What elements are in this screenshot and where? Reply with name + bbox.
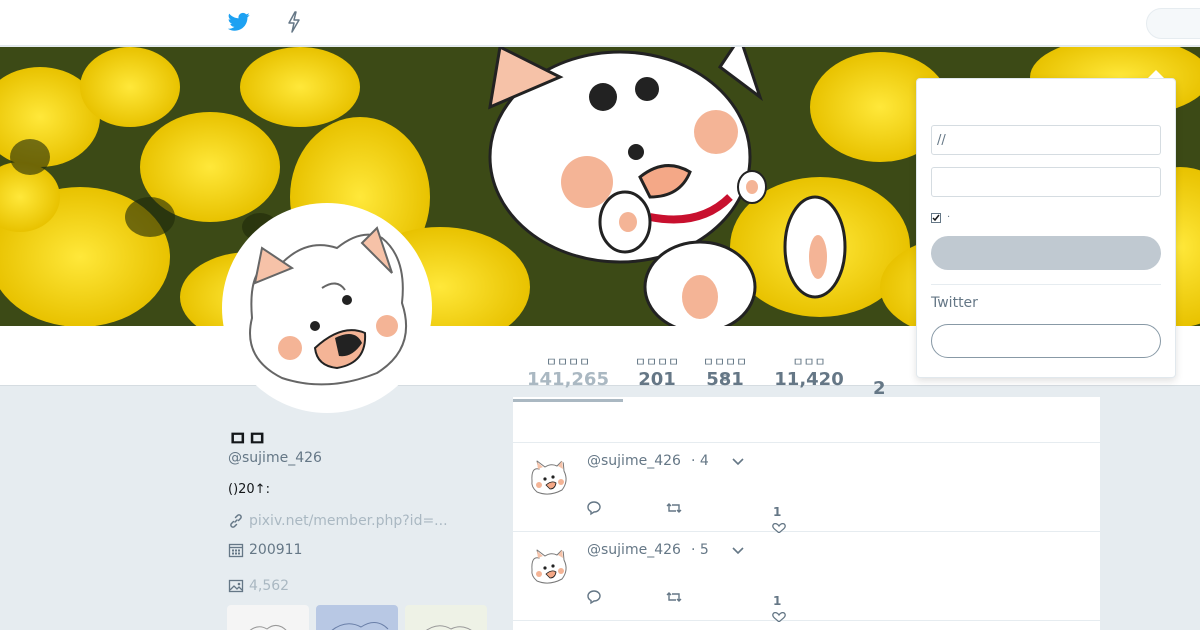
timeline-header — [513, 397, 1100, 443]
divider — [931, 284, 1161, 285]
profile-website-link[interactable]: pixiv.net/member.php?id=... — [249, 513, 448, 529]
password-input[interactable] — [931, 167, 1161, 197]
tweet-handle[interactable]: @sujime_426 — [587, 453, 681, 469]
profile-joined-row: 200911 — [228, 542, 302, 558]
avatar-image — [227, 208, 427, 408]
top-navigation-bar — [0, 0, 1200, 46]
tweet-avatar[interactable] — [527, 457, 571, 501]
tweet-like-count: 1 — [773, 594, 782, 608]
reply-icon[interactable] — [585, 588, 603, 606]
thumbnail-image — [426, 625, 472, 630]
profile-handle[interactable]: @sujime_426 — [228, 450, 322, 466]
signup-prompt-text: Twitter — [931, 295, 978, 311]
profile-media-count[interactable]: 4,562 — [249, 578, 289, 594]
reply-icon[interactable] — [585, 499, 603, 517]
stat-lists-count[interactable]: 2 — [873, 378, 886, 399]
tweet-timestamp[interactable]: · 5 — [691, 542, 709, 558]
stat-followers[interactable]: ㅁㅁㅁㅁㅁ 581 — [702, 354, 748, 390]
twitter-bird-icon[interactable] — [228, 12, 250, 32]
check-icon — [932, 214, 940, 221]
stat-value: 11,420 — [774, 369, 844, 390]
stat-value: 201 — [638, 369, 676, 390]
profile-media-row[interactable]: 4,562 — [228, 578, 289, 594]
retweet-icon[interactable] — [665, 499, 683, 517]
thumbnail-image — [331, 622, 389, 630]
avatar-image — [531, 547, 567, 584]
profile-bio: ()20↑: — [228, 482, 270, 497]
profile-name[interactable]: ㅁㅁ — [228, 423, 267, 453]
login-button[interactable] — [931, 236, 1161, 270]
tweet-avatar[interactable] — [527, 546, 571, 590]
lightning-icon[interactable] — [286, 11, 302, 33]
profile-joined-date: 200911 — [249, 542, 303, 558]
remember-me-checkbox[interactable] — [931, 212, 941, 223]
chevron-down-icon[interactable] — [731, 544, 745, 558]
profile-avatar[interactable] — [222, 203, 432, 413]
username-input[interactable] — [931, 125, 1161, 155]
tweet-handle[interactable]: @sujime_426 — [587, 542, 681, 558]
dropdown-caret — [1148, 70, 1164, 78]
stat-value: 581 — [706, 369, 744, 390]
calendar-icon — [228, 543, 244, 558]
link-icon — [230, 514, 242, 528]
active-tab-underline — [513, 399, 623, 402]
remember-me-row[interactable]: · — [931, 212, 950, 223]
tweet-like-count: 1 — [773, 505, 782, 519]
avatar-image — [531, 458, 567, 495]
search-input[interactable] — [1146, 8, 1200, 39]
heart-icon[interactable] — [771, 612, 787, 622]
retweet-icon[interactable] — [665, 588, 683, 606]
profile-link-row: pixiv.net/member.php?id=... — [228, 513, 448, 529]
stat-label: ㅁㅁㅁㅁ — [634, 355, 680, 369]
stat-likes[interactable]: ㅁㅁㅁ 11,420 — [770, 354, 848, 390]
tweet[interactable]: @sujime_426 · 5 1 — [513, 532, 1100, 622]
thumbnail-image — [249, 625, 287, 630]
stat-tweets[interactable]: ㅁㅁㅁㅁ 141,265 — [524, 354, 612, 390]
stat-label: ㅁㅁㅁㅁ — [545, 355, 591, 369]
media-thumbnail[interactable] — [405, 605, 487, 630]
signup-button[interactable] — [931, 324, 1161, 358]
stat-value: 141,265 — [527, 369, 609, 390]
stat-label: ㅁㅁㅁㅁㅁ — [702, 355, 748, 385]
media-thumbnail[interactable] — [316, 605, 398, 630]
tweet-timestamp[interactable]: · 4 — [691, 453, 709, 469]
image-icon — [228, 579, 244, 593]
timeline: @sujime_426 · 4 1 @sujime_426 · 5 1 — [513, 397, 1100, 630]
media-thumbnail[interactable] — [227, 605, 309, 630]
stat-label: ㅁㅁㅁ — [792, 355, 826, 369]
stat-following[interactable]: ㅁㅁㅁㅁ 201 — [630, 354, 684, 390]
remember-me-label: · — [947, 212, 951, 223]
chevron-down-icon[interactable] — [731, 455, 745, 469]
tweet[interactable]: @sujime_426 · 4 1 — [513, 443, 1100, 533]
login-dropdown: · Twitter — [916, 78, 1176, 378]
